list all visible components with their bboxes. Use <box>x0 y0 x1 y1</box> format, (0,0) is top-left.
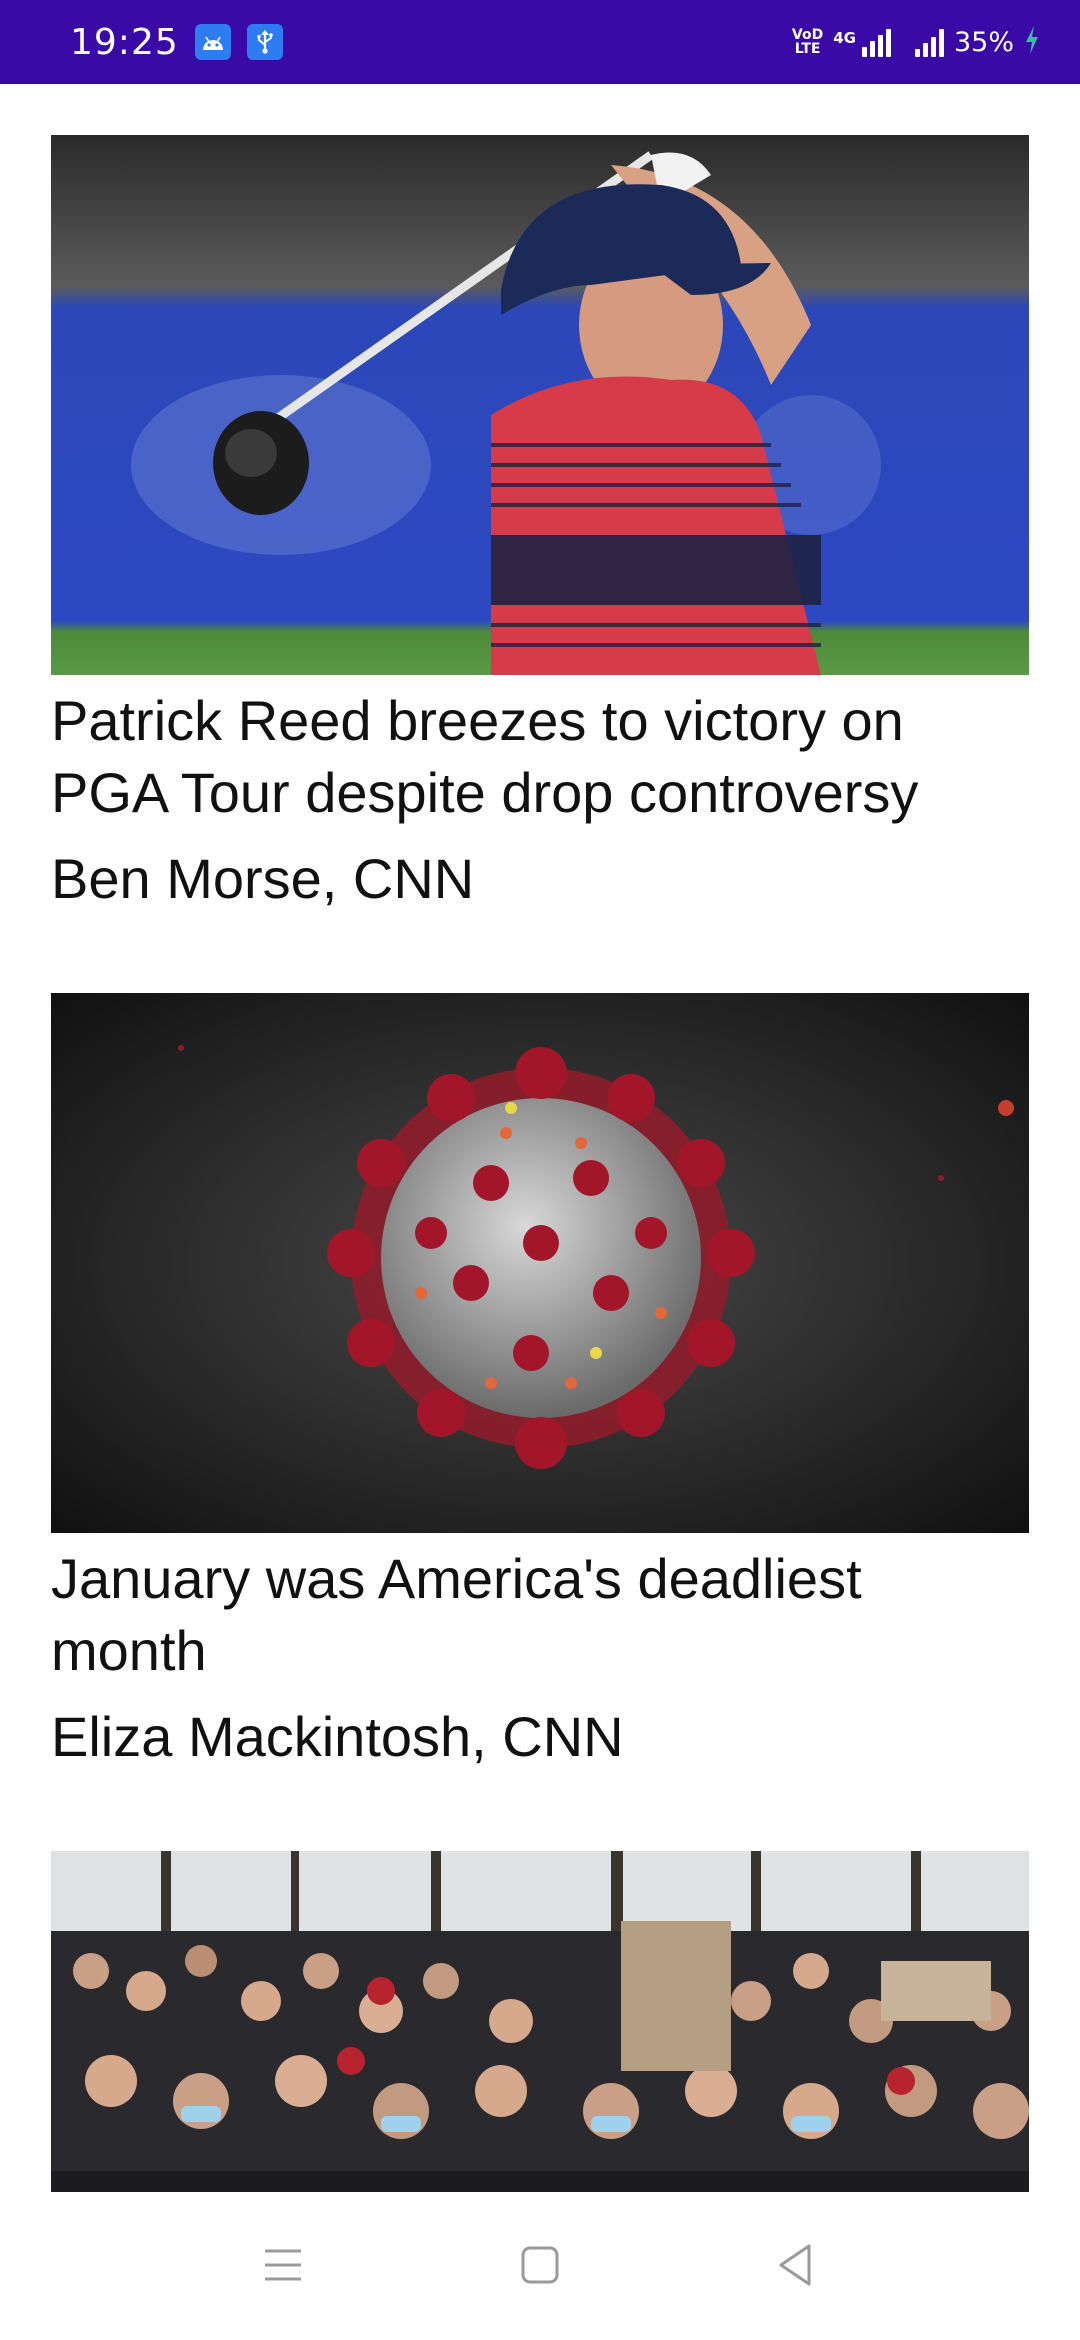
article-card[interactable] <box>51 1851 1029 2195</box>
volte-line2: LTE <box>794 41 821 57</box>
status-bar: 19:25 VoD LTE 4G 35% <box>0 0 1080 84</box>
battery-percentage: 35% <box>953 26 1014 58</box>
protest-crowd-photo[interactable] <box>51 1851 1029 2195</box>
back-icon[interactable] <box>770 2240 820 2290</box>
volte-indicator: VoD LTE <box>792 28 823 56</box>
android-icon <box>194 24 231 60</box>
golfer-swing-photo[interactable] <box>51 135 1029 675</box>
article-card[interactable]: January was America's deadliest month El… <box>51 993 1029 1773</box>
system-nav-bar <box>0 2192 1080 2340</box>
screen: 19:25 VoD LTE 4G 35% Patrick Reed breeze… <box>0 0 1080 2340</box>
signal-icon-secondary <box>914 27 944 57</box>
article-title[interactable]: Patrick Reed breezes to victory on PGA T… <box>51 685 1029 829</box>
menu-icon[interactable] <box>258 2240 308 2290</box>
article-card[interactable]: Patrick Reed breezes to victory on PGA T… <box>51 135 1029 915</box>
usb-icon <box>246 24 283 60</box>
coronavirus-illustration[interactable] <box>51 993 1029 1533</box>
article-source: Eliza Mackintosh, CNN <box>51 1705 624 1768</box>
status-time: 19:25 <box>70 21 179 63</box>
article-title[interactable]: January was America's deadliest month <box>51 1543 1029 1687</box>
news-feed[interactable]: Patrick Reed breezes to victory on PGA T… <box>51 135 1029 2273</box>
battery-charging-icon <box>1024 25 1040 59</box>
status-indicators: VoD LTE 4G 35% <box>792 25 1040 59</box>
network-type: 4G <box>833 29 856 47</box>
home-icon[interactable] <box>515 2240 565 2290</box>
volte-line1: VoD <box>791 27 824 43</box>
signal-icon <box>861 27 891 57</box>
article-source: Ben Morse, CNN <box>51 847 475 910</box>
